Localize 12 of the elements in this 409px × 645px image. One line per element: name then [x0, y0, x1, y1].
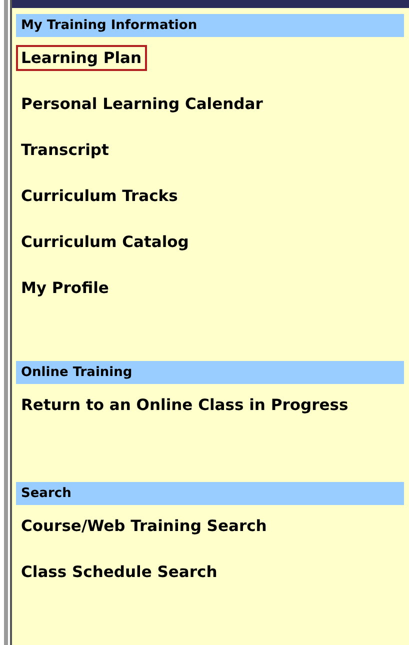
nav-link[interactable]: Curriculum Catalog: [16, 229, 194, 255]
nav-link[interactable]: Course/Web Training Search: [16, 513, 272, 539]
nav-link[interactable]: Transcript: [16, 137, 114, 163]
section-header: My Training Information: [16, 14, 404, 37]
nav-link[interactable]: My Profile: [16, 275, 114, 301]
section-header: Online Training: [16, 361, 404, 384]
nav-link[interactable]: Learning Plan: [16, 45, 147, 71]
section-header: Search: [16, 482, 404, 505]
nav-link[interactable]: Curriculum Tracks: [16, 183, 183, 209]
nav-link[interactable]: Personal Learning Calendar: [16, 91, 268, 117]
nav-link[interactable]: Return to an Online Class in Progress: [16, 392, 354, 418]
nav-link[interactable]: Class Schedule Search: [16, 559, 222, 585]
